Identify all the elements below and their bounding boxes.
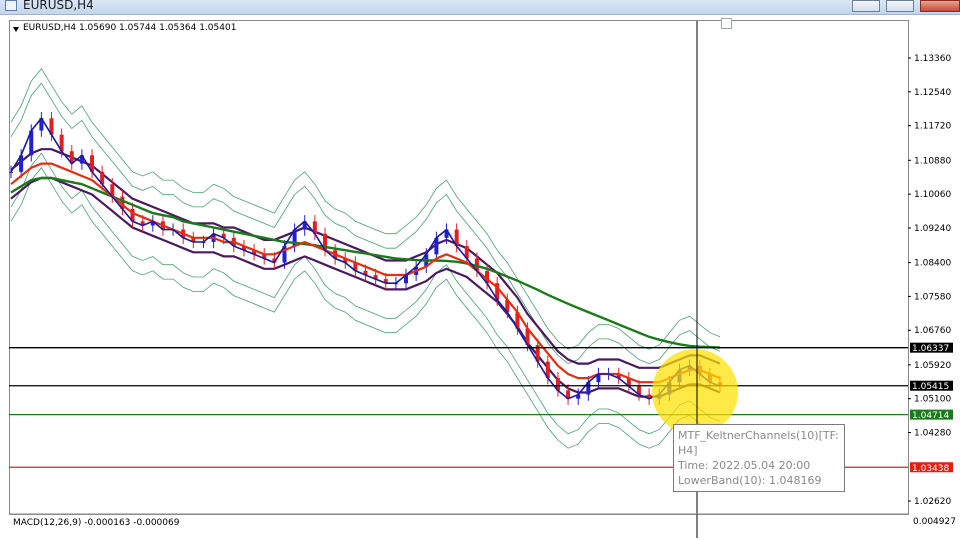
highlight-circle: [652, 349, 738, 435]
tooltip-line-value: LowerBand(10): 1.048169: [678, 474, 822, 487]
price-tick-label: 1.07580: [914, 292, 951, 302]
symbol-menu-arrow-icon[interactable]: [13, 27, 19, 32]
price-tick-label: 1.09240: [914, 224, 951, 234]
keltner-mid-line: [10, 116, 721, 400]
macd-axis-value: 0.004927: [913, 517, 956, 527]
macd-label: MACD(12,26,9) -0.000163 -0.000069: [13, 518, 180, 528]
price-tick-label: 1.12540: [914, 88, 951, 98]
price-tick-label: 1.02620: [914, 497, 951, 507]
price-tick-label: 1.04280: [914, 429, 951, 439]
level-price-label-3: 1.03438: [912, 464, 949, 474]
price-tick-label: 1.06760: [914, 326, 951, 336]
keltner-band-line-0: [10, 148, 721, 369]
bollinger-band-line-3: [10, 152, 721, 435]
price-tick-label: 1.05100: [914, 395, 951, 405]
indicator-tooltip: MTF_KeltnerChannels(10)[TF: H4] Time: 20…: [673, 424, 845, 492]
price-tick-label: 1.13360: [914, 54, 951, 64]
bollinger-band-line-0: [10, 68, 721, 350]
candle-body: [9, 171, 13, 173]
level-price-label-2: 1.04714: [912, 411, 949, 421]
level-price-label-0: 1.06337: [912, 344, 949, 354]
level-price-label-1: 1.05415: [912, 382, 949, 392]
chart-header-ohlc: EURUSD,H4 1.05690 1.05744 1.05364 1.0540…: [23, 23, 237, 33]
price-tick-label: 1.10060: [914, 190, 951, 200]
price-tick-label: 1.05920: [914, 361, 951, 371]
price-tick-label: 1.08400: [914, 259, 951, 269]
price-tick-label: 1.10880: [914, 156, 951, 166]
keltner-band-line-1: [10, 176, 721, 398]
tooltip-line-timeframe: H4]: [678, 444, 698, 457]
price-tick-label: 1.11720: [914, 122, 951, 132]
tooltip-line-indicator: MTF_KeltnerChannels(10)[TF:: [678, 429, 839, 442]
bollinger-band-line-1: [10, 167, 721, 449]
tooltip-line-time: Time: 2022.05.04 20:00: [678, 459, 811, 472]
